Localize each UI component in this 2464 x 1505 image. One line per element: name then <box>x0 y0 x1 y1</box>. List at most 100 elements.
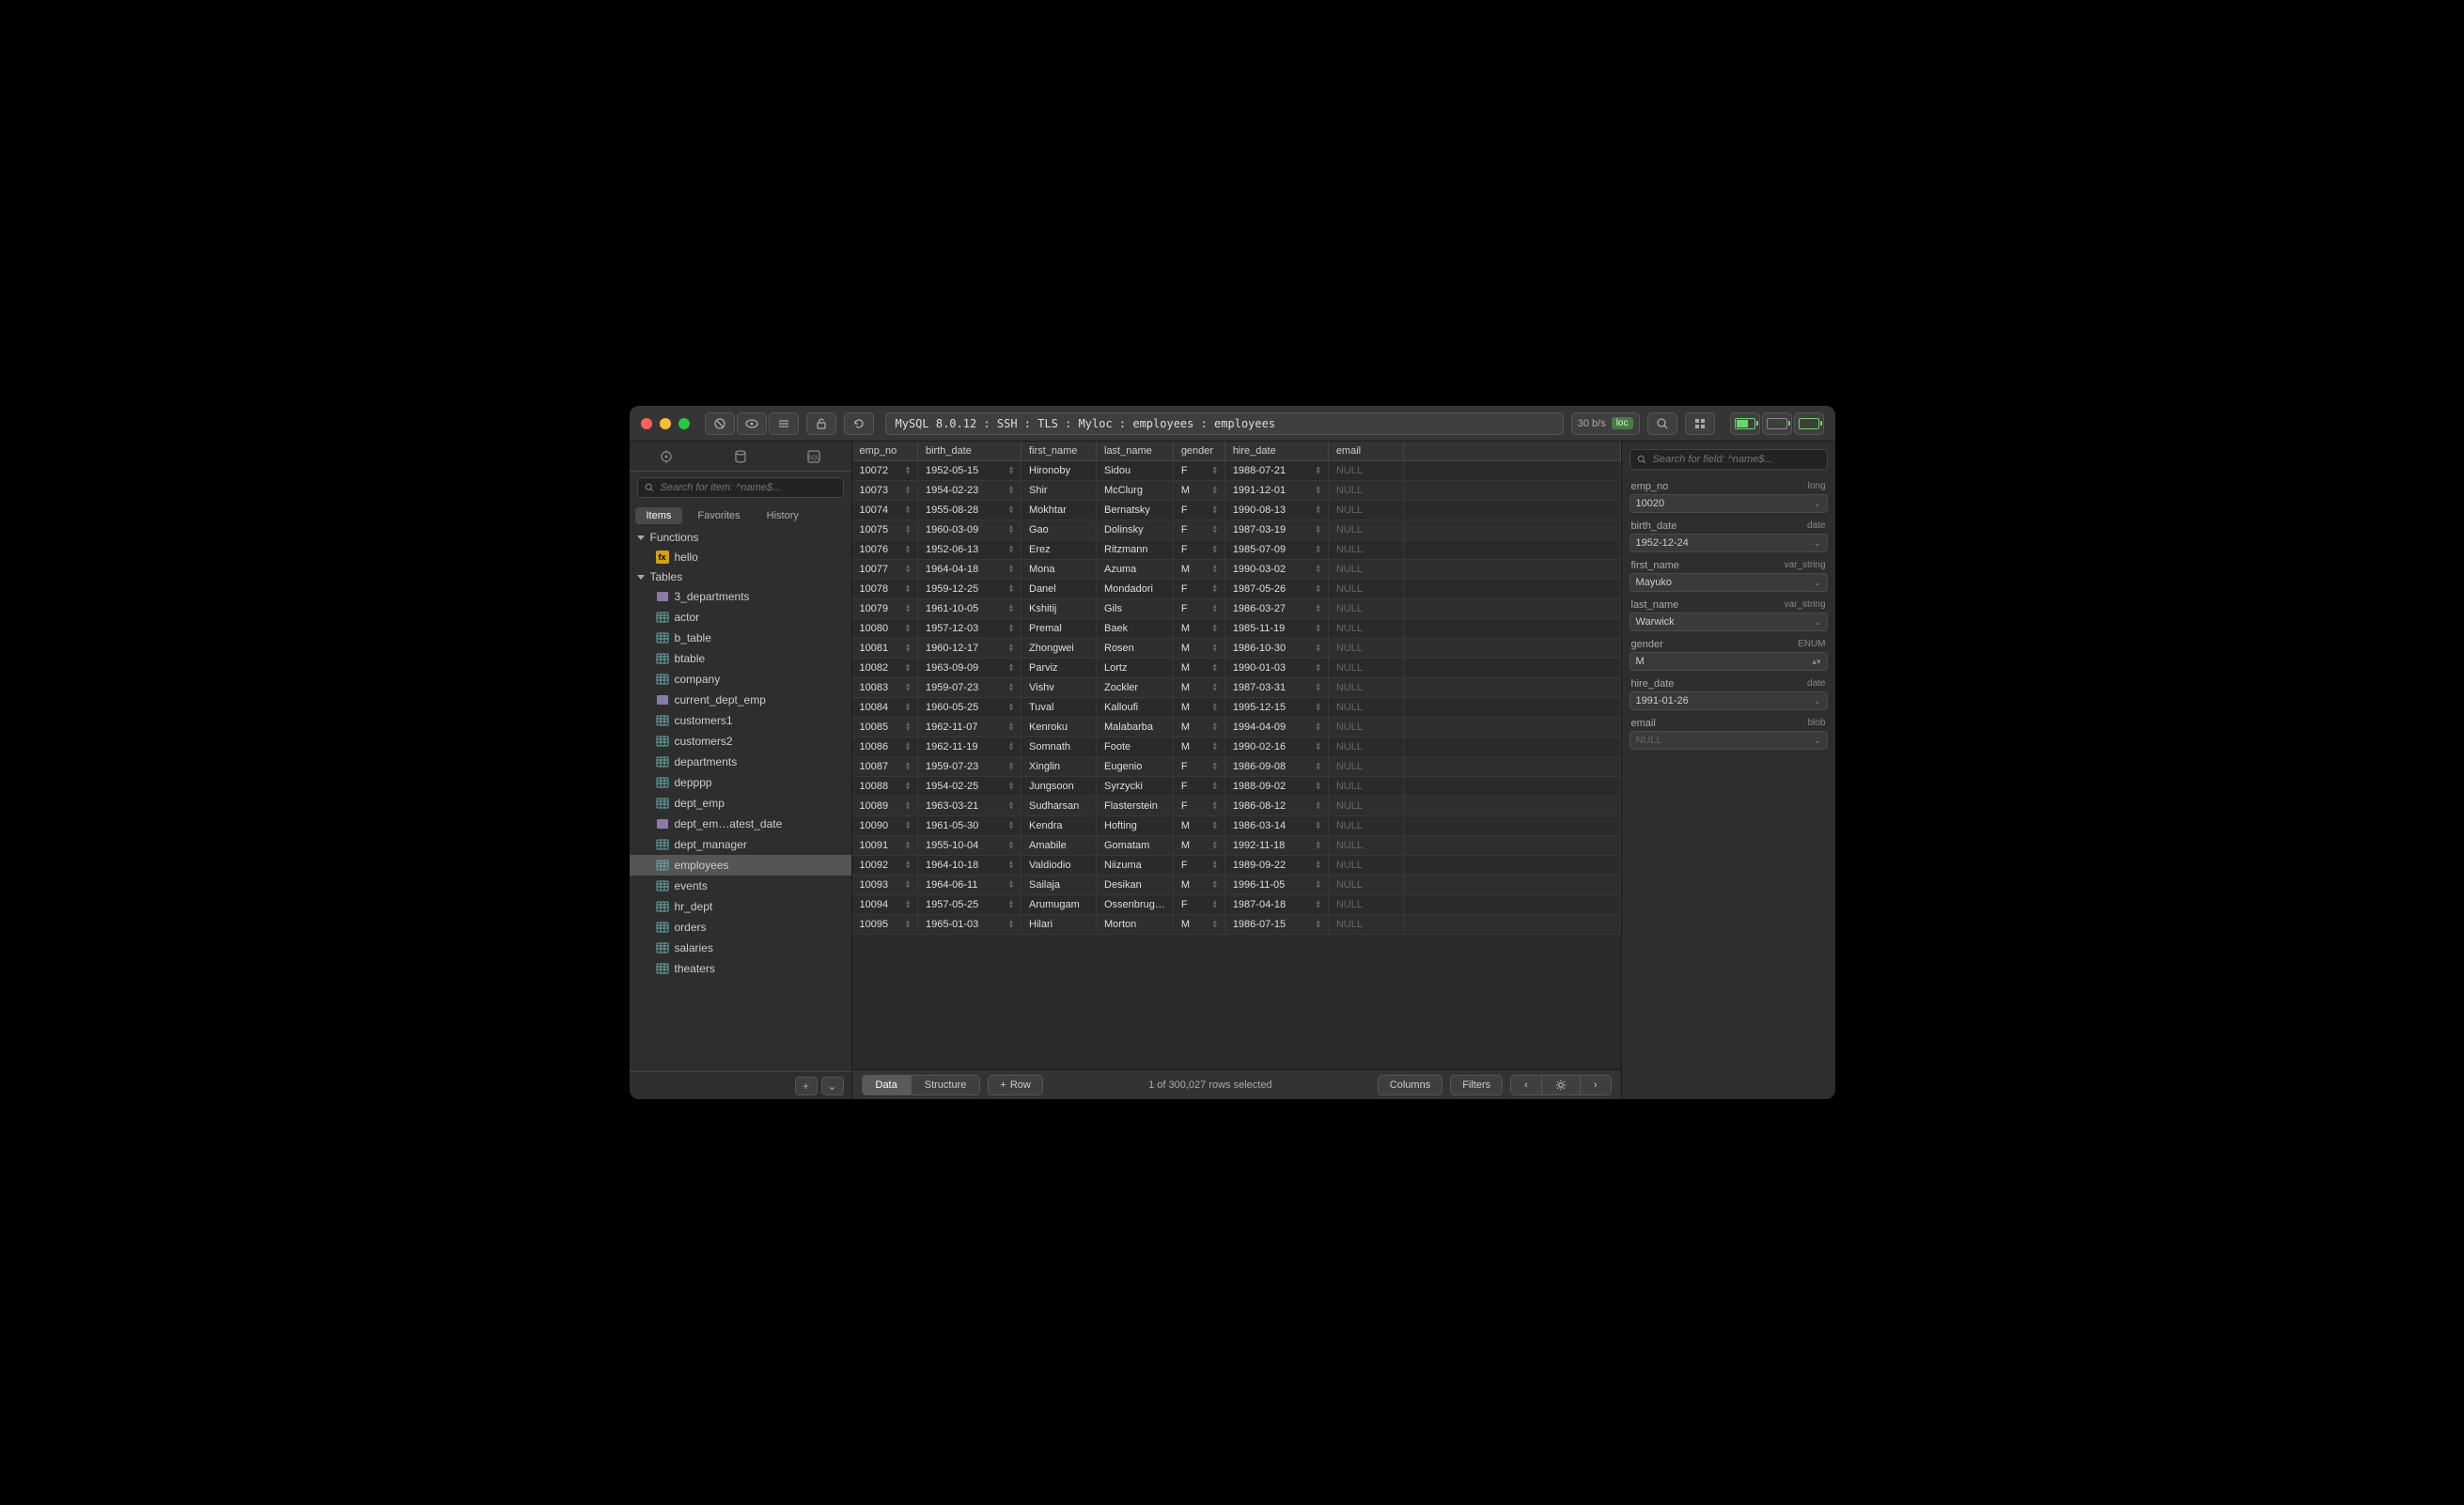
table-cell[interactable]: 10085▴▾ <box>852 718 918 737</box>
table-row[interactable]: 10072▴▾1952-05-15▴▾HironobySidouF▴▾1988-… <box>852 461 1621 481</box>
table-row[interactable]: 10087▴▾1959-07-23▴▾XinglinEugenioF▴▾1986… <box>852 757 1621 777</box>
stepper-icon[interactable]: ▴▾ <box>906 485 910 494</box>
stepper-icon[interactable]: ▴▾ <box>1009 485 1013 494</box>
table-cell[interactable]: 1964-06-11▴▾ <box>918 876 1021 895</box>
table-cell[interactable]: Bernatsky <box>1097 501 1174 520</box>
stepper-icon[interactable]: ▴▾ <box>906 504 910 514</box>
table-cell[interactable]: 1986-07-15▴▾ <box>1224 915 1328 935</box>
table-cell[interactable]: Jungsoon <box>1021 777 1097 797</box>
table-cell[interactable]: Desikan <box>1097 876 1174 895</box>
table-cell[interactable]: 1995-12-15▴▾ <box>1224 698 1328 718</box>
table-cell[interactable]: F▴▾ <box>1173 797 1224 816</box>
stepper-icon[interactable]: ▴▾ <box>1213 840 1217 849</box>
sidebar-tab-history[interactable]: History <box>756 507 810 524</box>
field-value-hire_date[interactable]: 1991-01-26⌄ <box>1630 691 1828 710</box>
table-cell[interactable]: NULL <box>1328 915 1403 935</box>
table-cell[interactable]: M▴▾ <box>1173 876 1224 895</box>
table-cell[interactable]: M▴▾ <box>1173 698 1224 718</box>
stepper-icon[interactable]: ▴▾ <box>906 879 910 889</box>
table-cell[interactable]: Foote <box>1097 737 1174 757</box>
table-cell[interactable]: F▴▾ <box>1173 580 1224 599</box>
table-row[interactable]: 10079▴▾1961-10-05▴▾KshitijGilsF▴▾1986-03… <box>852 599 1621 619</box>
table-cell[interactable]: 1961-10-05▴▾ <box>918 599 1021 619</box>
prev-page-button[interactable]: ‹ <box>1511 1076 1542 1094</box>
table-cell[interactable]: 1959-07-23▴▾ <box>918 757 1021 777</box>
filters-button[interactable]: Filters <box>1450 1075 1503 1095</box>
table-cell[interactable]: 10081▴▾ <box>852 639 918 659</box>
table-cell[interactable]: 1990-03-02▴▾ <box>1224 560 1328 580</box>
columns-button[interactable]: Columns <box>1378 1075 1443 1095</box>
table-cell[interactable]: 10073▴▾ <box>852 481 918 501</box>
functions-section[interactable]: Functions <box>630 528 851 547</box>
stepper-icon[interactable]: ▴▾ <box>1009 524 1013 534</box>
column-header-emp_no[interactable]: emp_no <box>852 442 918 461</box>
stepper-icon[interactable]: ▴▾ <box>1213 899 1217 908</box>
stepper-icon[interactable]: ▴▾ <box>1213 603 1217 613</box>
stepper-icon[interactable]: ▴▾ <box>1009 702 1013 711</box>
table-cell[interactable]: 10077▴▾ <box>852 560 918 580</box>
table-cell[interactable]: 1992-11-18▴▾ <box>1224 836 1328 856</box>
column-header-first_name[interactable]: first_name <box>1021 442 1097 461</box>
table-cell[interactable]: 1996-11-05▴▾ <box>1224 876 1328 895</box>
tree-item-customers1[interactable]: customers1 <box>630 710 851 731</box>
table-cell[interactable]: Kshitij <box>1021 599 1097 619</box>
stepper-icon[interactable]: ▴▾ <box>1213 721 1217 731</box>
table-cell[interactable]: Valdiodio <box>1021 856 1097 876</box>
stepper-icon[interactable]: ▴▾ <box>906 583 910 593</box>
table-cell[interactable]: Rosen <box>1097 639 1174 659</box>
tree-item-customers2[interactable]: customers2 <box>630 731 851 752</box>
tree-item-hello[interactable]: fxhello <box>630 547 851 567</box>
table-cell[interactable]: 1986-08-12▴▾ <box>1224 797 1328 816</box>
table-cell[interactable]: F▴▾ <box>1173 856 1224 876</box>
tree-item-events[interactable]: events <box>630 876 851 896</box>
refresh-button[interactable] <box>844 412 874 435</box>
sql-tab-icon[interactable]: SQL <box>777 442 851 471</box>
table-cell[interactable]: 1987-03-31▴▾ <box>1224 678 1328 698</box>
table-cell[interactable]: M▴▾ <box>1173 836 1224 856</box>
table-cell[interactable]: M▴▾ <box>1173 619 1224 639</box>
table-cell[interactable]: F▴▾ <box>1173 757 1224 777</box>
table-cell[interactable]: 1955-08-28▴▾ <box>918 501 1021 520</box>
table-cell[interactable]: 1954-02-25▴▾ <box>918 777 1021 797</box>
list-button[interactable] <box>769 412 799 435</box>
column-header-last_name[interactable]: last_name <box>1097 442 1174 461</box>
stepper-icon[interactable]: ▴▾ <box>1213 524 1217 534</box>
table-cell[interactable]: Erez <box>1021 540 1097 560</box>
add-item-button[interactable]: + <box>795 1077 818 1095</box>
stepper-icon[interactable]: ▴▾ <box>1009 820 1013 830</box>
tree-item-employees[interactable]: employees <box>630 855 851 876</box>
table-cell[interactable]: NULL <box>1328 678 1403 698</box>
data-grid[interactable]: emp_nobirth_datefirst_namelast_namegende… <box>852 442 1621 1069</box>
next-page-button[interactable]: › <box>1581 1076 1611 1094</box>
table-cell[interactable]: NULL <box>1328 639 1403 659</box>
stepper-icon[interactable]: ▴▾ <box>1317 564 1320 573</box>
stepper-icon[interactable]: ▴▾ <box>1009 504 1013 514</box>
data-view-button[interactable]: Data <box>863 1076 912 1094</box>
stepper-icon[interactable]: ▴▾ <box>1317 741 1320 751</box>
field-value-emp_no[interactable]: 10020⌄ <box>1630 494 1828 513</box>
stepper-icon[interactable]: ▴▾ <box>1009 623 1013 632</box>
table-cell[interactable]: Kendra <box>1021 816 1097 836</box>
table-row[interactable]: 10076▴▾1952-06-13▴▾ErezRitzmannF▴▾1985-0… <box>852 540 1621 560</box>
table-row[interactable]: 10091▴▾1955-10-04▴▾AmabileGomatamM▴▾1992… <box>852 836 1621 856</box>
table-row[interactable]: 10078▴▾1959-12-25▴▾DanelMondadoriF▴▾1987… <box>852 580 1621 599</box>
stepper-icon[interactable]: ▴▾ <box>1213 485 1217 494</box>
table-cell[interactable]: F▴▾ <box>1173 461 1224 481</box>
table-cell[interactable]: NULL <box>1328 836 1403 856</box>
stepper-icon[interactable]: ▴▾ <box>906 741 910 751</box>
stepper-icon[interactable]: ▴▾ <box>1009 761 1013 770</box>
tree-item-theaters[interactable]: theaters <box>630 958 851 979</box>
stepper-icon[interactable]: ▴▾ <box>1213 800 1217 810</box>
table-cell[interactable]: NULL <box>1328 540 1403 560</box>
table-cell[interactable]: 1987-05-26▴▾ <box>1224 580 1328 599</box>
sidebar-search[interactable] <box>637 477 844 498</box>
connections-tab-icon[interactable] <box>630 442 704 471</box>
tree-item-departments[interactable]: departments <box>630 752 851 772</box>
stepper-icon[interactable]: ▴▾ <box>1317 682 1320 691</box>
table-cell[interactable]: NULL <box>1328 461 1403 481</box>
table-row[interactable]: 10086▴▾1962-11-19▴▾SomnathFooteM▴▾1990-0… <box>852 737 1621 757</box>
table-row[interactable]: 10073▴▾1954-02-23▴▾ShirMcClurgM▴▾1991-12… <box>852 481 1621 501</box>
field-value-birth_date[interactable]: 1952-12-24⌄ <box>1630 534 1828 552</box>
tree-item-dept_manager[interactable]: dept_manager <box>630 834 851 855</box>
table-cell[interactable]: Shir <box>1021 481 1097 501</box>
